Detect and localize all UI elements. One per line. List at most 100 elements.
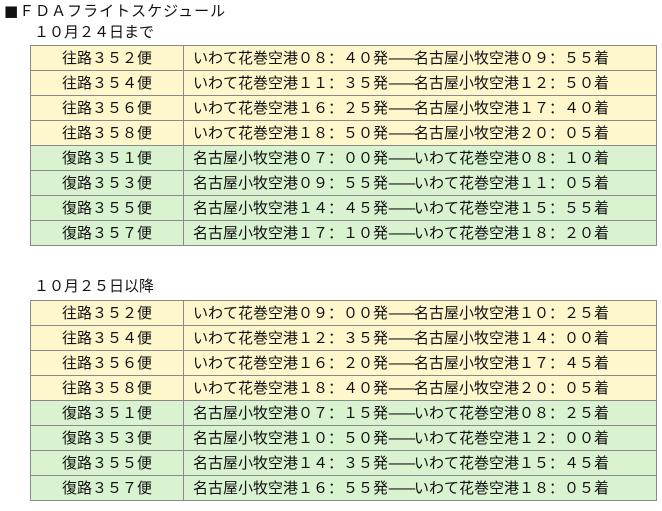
inbound-flight-row: 復路３５７便 名古屋小牧空港１７：１０発——いわて花巻空港１８：２０着 <box>30 220 657 246</box>
route-separator: —— <box>388 304 416 322</box>
route-cell: いわて花巻空港０９：００発——名古屋小牧空港１０：２５着 <box>183 300 657 326</box>
page-title: ■ＦＤＡフライトスケジュール <box>4 2 227 20</box>
route-cell: いわて花巻空港１８：５０発——名古屋小牧空港２０：０５着 <box>183 120 657 146</box>
inbound-flight-row: 復路３５３便 名古屋小牧空港０９：５５発——いわて花巻空港１１：０５着 <box>30 170 657 196</box>
inbound-flight-row: 復路３５７便 名古屋小牧空港１６：５５発——いわて花巻空港１８：０５着 <box>30 475 657 501</box>
arrival-text: 名古屋小牧空港１０：２５着 <box>414 304 610 322</box>
arrival-text: 名古屋小牧空港１７：４０着 <box>414 99 610 117</box>
schedule-table-until-oct-24: 往路３５２便 いわて花巻空港０８：４０発——名古屋小牧空港０９：５５着 往路３５４便… <box>30 45 657 246</box>
arrival-text: 名古屋小牧空港２０：０５着 <box>414 124 610 142</box>
departure-text: 名古屋小牧空港０７：１５発 <box>193 404 389 422</box>
route-cell: いわて花巻空港１６：２０発——名古屋小牧空港１７：４５着 <box>183 350 657 376</box>
route-separator: —— <box>388 454 416 472</box>
outbound-flight-row: 往路３５６便 いわて花巻空港１６：２５発——名古屋小牧空港１７：４０着 <box>30 95 657 121</box>
outbound-flight-row: 往路３５４便 いわて花巻空港１１：３５発——名古屋小牧空港１２：５０着 <box>30 70 657 96</box>
flight-number-cell: 往路３５４便 <box>30 70 184 96</box>
departure-text: いわて花巻空港１８：４０発 <box>193 379 389 397</box>
route-cell: いわて花巻空港１８：４０発——名古屋小牧空港２０：０５着 <box>183 375 657 401</box>
route-separator: —— <box>388 174 416 192</box>
flight-number-cell: 復路３５５便 <box>30 195 184 221</box>
arrival-text: いわて花巻空港０８：２５着 <box>414 404 610 422</box>
arrival-text: いわて花巻空港１８：２０着 <box>414 224 610 242</box>
route-separator: —— <box>388 99 416 117</box>
route-separator: —— <box>388 429 416 447</box>
departure-text: いわて花巻空港１６：２５発 <box>193 99 389 117</box>
route-cell: いわて花巻空港０８：４０発——名古屋小牧空港０９：５５着 <box>183 45 657 71</box>
inbound-flight-row: 復路３５１便 名古屋小牧空港０７：１５発——いわて花巻空港０８：２５着 <box>30 400 657 426</box>
departure-text: 名古屋小牧空港０７：００発 <box>193 149 389 167</box>
route-separator: —— <box>388 49 416 67</box>
outbound-flight-row: 往路３５４便 いわて花巻空港１２：３５発——名古屋小牧空港１４：００着 <box>30 325 657 351</box>
departure-text: 名古屋小牧空港０９：５５発 <box>193 174 389 192</box>
outbound-flight-row: 往路３５２便 いわて花巻空港０８：４０発——名古屋小牧空港０９：５５着 <box>30 45 657 71</box>
schedule-table-from-oct-25: 往路３５２便 いわて花巻空港０９：００発——名古屋小牧空港１０：２５着 往路３５４便… <box>30 300 657 501</box>
flight-number-cell: 往路３５８便 <box>30 120 184 146</box>
flight-number-cell: 復路３５７便 <box>30 475 184 501</box>
flight-number-cell: 復路３５１便 <box>30 400 184 426</box>
route-cell: 名古屋小牧空港１６：５５発——いわて花巻空港１８：０５着 <box>183 475 657 501</box>
route-separator: —— <box>388 124 416 142</box>
flight-number-cell: 往路３５６便 <box>30 350 184 376</box>
flight-number-cell: 復路３５１便 <box>30 145 184 171</box>
route-separator: —— <box>388 149 416 167</box>
arrival-text: 名古屋小牧空港１７：４５着 <box>414 354 610 372</box>
flight-number-cell: 復路３５３便 <box>30 170 184 196</box>
arrival-text: いわて花巻空港１８：０５着 <box>414 479 610 497</box>
arrival-text: 名古屋小牧空港１２：５０着 <box>414 74 610 92</box>
arrival-text: 名古屋小牧空港２０：０５着 <box>414 379 610 397</box>
flight-number-cell: 復路３５７便 <box>30 220 184 246</box>
departure-text: 名古屋小牧空港１４：４５発 <box>193 199 389 217</box>
inbound-flight-row: 復路３５３便 名古屋小牧空港１０：５０発——いわて花巻空港１２：００着 <box>30 425 657 451</box>
outbound-flight-row: 往路３５６便 いわて花巻空港１６：２０発——名古屋小牧空港１７：４５着 <box>30 350 657 376</box>
departure-text: いわて花巻空港１１：３５発 <box>193 74 389 92</box>
route-cell: 名古屋小牧空港１７：１０発——いわて花巻空港１８：２０着 <box>183 220 657 246</box>
route-separator: —— <box>388 354 416 372</box>
arrival-text: いわて花巻空港０８：１０着 <box>414 149 610 167</box>
arrival-text: いわて花巻空港１１：０５着 <box>414 174 610 192</box>
departure-text: いわて花巻空港１８：５０発 <box>193 124 389 142</box>
departure-text: 名古屋小牧空港１６：５５発 <box>193 479 389 497</box>
route-separator: —— <box>388 329 416 347</box>
arrival-text: 名古屋小牧空港１４：００着 <box>414 329 610 347</box>
route-separator: —— <box>388 379 416 397</box>
flight-number-cell: 往路３５６便 <box>30 95 184 121</box>
departure-text: いわて花巻空港１６：２０発 <box>193 354 389 372</box>
inbound-flight-row: 復路３５５便 名古屋小牧空港１４：４５発——いわて花巻空港１５：５５着 <box>30 195 657 221</box>
route-cell: 名古屋小牧空港０９：５５発——いわて花巻空港１１：０５着 <box>183 170 657 196</box>
arrival-text: いわて花巻空港１２：００着 <box>414 429 610 447</box>
inbound-flight-row: 復路３５５便 名古屋小牧空港１４：３５発——いわて花巻空港１５：４５着 <box>30 450 657 476</box>
departure-text: いわて花巻空港０８：４０発 <box>193 49 389 67</box>
flight-number-cell: 往路３５２便 <box>30 45 184 71</box>
flight-number-cell: 往路３５８便 <box>30 375 184 401</box>
flight-number-cell: 往路３５２便 <box>30 300 184 326</box>
section-label-until-oct-24: １０月２４日まで <box>34 23 155 41</box>
route-cell: 名古屋小牧空港１４：４５発——いわて花巻空港１５：５５着 <box>183 195 657 221</box>
arrival-text: いわて花巻空港１５：５５着 <box>414 199 610 217</box>
departure-text: 名古屋小牧空港１４：３５発 <box>193 454 389 472</box>
route-cell: いわて花巻空港１６：２５発——名古屋小牧空港１７：４０着 <box>183 95 657 121</box>
outbound-flight-row: 往路３５２便 いわて花巻空港０９：００発——名古屋小牧空港１０：２５着 <box>30 300 657 326</box>
outbound-flight-row: 往路３５８便 いわて花巻空港１８：４０発——名古屋小牧空港２０：０５着 <box>30 375 657 401</box>
flight-number-cell: 往路３５４便 <box>30 325 184 351</box>
flight-number-cell: 復路３５３便 <box>30 425 184 451</box>
outbound-flight-row: 往路３５８便 いわて花巻空港１８：５０発——名古屋小牧空港２０：０５着 <box>30 120 657 146</box>
departure-text: 名古屋小牧空港１０：５０発 <box>193 429 389 447</box>
route-separator: —— <box>388 404 416 422</box>
route-cell: 名古屋小牧空港０７：１５発——いわて花巻空港０８：２５着 <box>183 400 657 426</box>
arrival-text: いわて花巻空港１５：４５着 <box>414 454 610 472</box>
route-cell: 名古屋小牧空港１４：３５発——いわて花巻空港１５：４５着 <box>183 450 657 476</box>
route-separator: —— <box>388 479 416 497</box>
arrival-text: 名古屋小牧空港０９：５５着 <box>414 49 610 67</box>
departure-text: いわて花巻空港０９：００発 <box>193 304 389 322</box>
departure-text: 名古屋小牧空港１７：１０発 <box>193 224 389 242</box>
inbound-flight-row: 復路３５１便 名古屋小牧空港０７：００発——いわて花巻空港０８：１０着 <box>30 145 657 171</box>
route-separator: —— <box>388 199 416 217</box>
departure-text: いわて花巻空港１２：３５発 <box>193 329 389 347</box>
route-cell: いわて花巻空港１１：３５発——名古屋小牧空港１２：５０着 <box>183 70 657 96</box>
route-separator: —— <box>388 74 416 92</box>
route-cell: 名古屋小牧空港０７：００発——いわて花巻空港０８：１０着 <box>183 145 657 171</box>
route-separator: —— <box>388 224 416 242</box>
flight-number-cell: 復路３５５便 <box>30 450 184 476</box>
route-cell: 名古屋小牧空港１０：５０発——いわて花巻空港１２：００着 <box>183 425 657 451</box>
section-label-from-oct-25: １０月２５日以降 <box>34 277 155 295</box>
